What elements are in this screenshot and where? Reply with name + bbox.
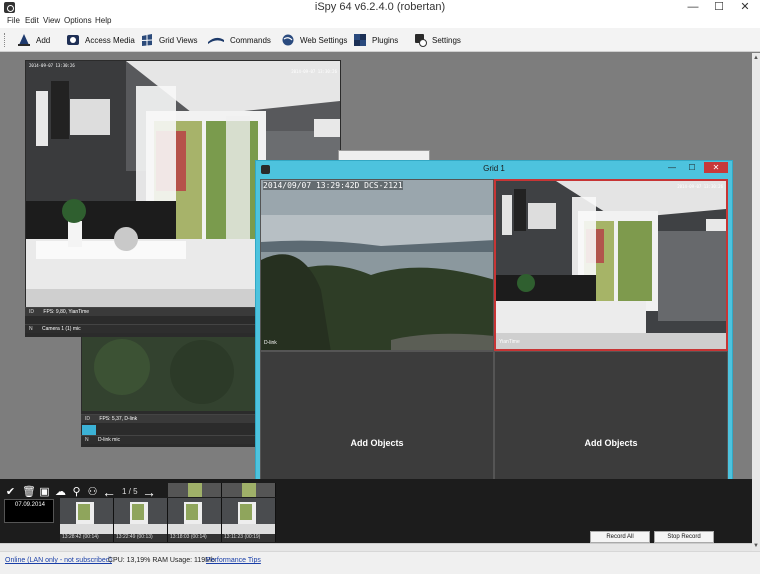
status-bar: Online (LAN only - not subscribed) CPU: …	[0, 551, 760, 574]
camera-2-panel[interactable]: ID FPS: 5,37, D-link N D-link mic	[81, 337, 257, 447]
title-bar: iSpy 64 v6.2.4.0 (robertan) — ☐ ✕	[0, 0, 760, 15]
settings-icon	[413, 33, 427, 47]
web-settings-button[interactable]: Web Settings	[281, 31, 347, 49]
camera-2-status-bar: ID FPS: 5,37, D-link	[81, 414, 257, 423]
grid-cell-yiantime[interactable]: 2014-09-07 13:30:26 YianTime	[494, 179, 728, 351]
minimize-button[interactable]: —	[680, 0, 706, 15]
grid-views-icon	[140, 33, 154, 47]
cpu-ram-status: CPU: 13,19% RAM Usage: 119Mb	[108, 557, 215, 564]
grid-body: 2014/09/07 13:29:42D DCS-2121 D-link 201…	[260, 179, 728, 525]
toolbar-grip[interactable]	[4, 33, 7, 47]
commands-button[interactable]: Commands	[207, 31, 271, 49]
yiantime-cell-label: YianTime	[499, 339, 520, 345]
camera-1-overlay-left: 2014-09-07 13:30:26	[29, 63, 75, 68]
commands-icon	[207, 33, 225, 47]
timeline-thumbnail-top[interactable]	[222, 483, 276, 497]
add-label: Add	[36, 35, 51, 45]
grid-views-label: Grid Views	[159, 35, 198, 45]
web-settings-icon	[281, 33, 295, 47]
scroll-down-icon[interactable]: ▼	[753, 543, 759, 549]
grid-title-bar[interactable]: Grid 1 — ☐ ✕	[256, 161, 732, 178]
grid-window[interactable]: Grid 1 — ☐ ✕ 2014/09/07 13:29:42D DCS-21…	[255, 160, 733, 528]
timeline-thumbnail[interactable]: 13:22:49 (00:13)	[114, 498, 168, 542]
grid-minimize-button[interactable]: —	[662, 162, 682, 173]
thumbnail-caption: 13:11:23 (00:19)	[224, 534, 261, 540]
record-panel: Record All Stop Record	[586, 528, 752, 546]
dlink-overlay-text: 2014/09/07 13:29:42D DCS-2121	[263, 181, 403, 190]
yiantime-overlay-text: 2014-09-07 13:30:26	[677, 184, 723, 189]
menu-view[interactable]: View	[43, 16, 60, 25]
grid-close-button[interactable]: ✕	[704, 162, 728, 173]
access-media-icon	[66, 33, 80, 47]
add-objects-label-3[interactable]: Add Objects	[261, 438, 493, 448]
grid-title: Grid 1	[483, 164, 505, 173]
vertical-scrollbar[interactable]: ▲ ▼	[752, 53, 760, 551]
settings-button[interactable]: Settings	[413, 31, 461, 49]
add-objects-label-4[interactable]: Add Objects	[495, 438, 727, 448]
grid-cell-dlink[interactable]: 2014/09/07 13:29:42D DCS-2121 D-link	[260, 179, 494, 351]
thumbnail-caption: 13:18:03 (00:14)	[170, 534, 207, 540]
camera-2-fps: FPS: 5,37, D-link	[99, 416, 138, 422]
camera-1-name-prefix: N	[29, 326, 33, 332]
stop-record-button[interactable]: Stop Record	[654, 531, 714, 543]
online-status-link[interactable]: Online (LAN only - not subscribed)	[5, 557, 112, 564]
dlink-cell-label: D-link	[264, 340, 277, 346]
close-button[interactable]: ✕	[732, 0, 758, 15]
save-icon[interactable]: ▣	[38, 486, 51, 499]
select-all-icon[interactable]: ✔	[4, 486, 17, 499]
timeline-thumbnail-top[interactable]	[168, 483, 222, 497]
access-media-label: Access Media	[85, 35, 135, 45]
record-all-button[interactable]: Record All	[590, 531, 650, 543]
settings-label: Settings	[432, 35, 461, 45]
add-button[interactable]: Add	[17, 31, 50, 49]
thumbnail-caption: 13:28:42 (00:14)	[62, 534, 99, 540]
menu-file[interactable]: File	[7, 16, 20, 25]
grid-maximize-button[interactable]: ☐	[682, 162, 702, 173]
timeline-thumbnail[interactable]: 13:11:23 (00:19)	[222, 498, 276, 542]
performance-tips-link[interactable]: Performance Tips	[206, 557, 261, 564]
camera-1-id-label: ID	[29, 309, 34, 315]
camera-2-name-prefix: N	[85, 437, 89, 443]
camera-2-name[interactable]: D-link mic	[98, 437, 120, 443]
commands-label: Commands	[230, 35, 271, 45]
menu-edit[interactable]: Edit	[25, 16, 39, 25]
camera-2-record-indicator	[82, 425, 96, 435]
add-icon	[17, 33, 31, 47]
camera-2-feed[interactable]	[82, 337, 256, 411]
timeline-thumbnail[interactable]: 13:28:42 (00:14)	[60, 498, 114, 542]
grid-views-button[interactable]: Grid Views	[140, 31, 198, 49]
menu-options[interactable]: Options	[64, 16, 92, 25]
web-settings-label: Web Settings	[300, 35, 348, 45]
toolbar: Add Access Media Grid Views Commands Web…	[0, 28, 760, 52]
plugins-icon	[353, 33, 367, 47]
delete-icon[interactable]: 🗑	[22, 486, 36, 499]
window-title: iSpy 64 v6.2.4.0 (robertan)	[314, 1, 446, 13]
camera-1-overlay-right: 2014-09-07 13:30:26	[291, 69, 337, 74]
camera-1-fps: FPS: 9,80, YianTime	[43, 309, 90, 315]
camera-2-id-label: ID	[85, 416, 90, 422]
date-label: 07.09.2014	[14, 502, 46, 508]
camera-2-name-bar: N D-link mic	[81, 435, 257, 444]
thumbnail-caption: 13:22:49 (00:13)	[116, 534, 153, 540]
timeline-thumbnail[interactable]: 13:18:03 (00:14)	[168, 498, 222, 542]
plugins-button[interactable]: Plugins	[353, 31, 398, 49]
menu-help[interactable]: Help	[95, 16, 111, 25]
maximize-button[interactable]: ☐	[706, 0, 732, 15]
date-box: 07.09.2014	[4, 499, 54, 523]
scroll-up-icon[interactable]: ▲	[753, 55, 759, 61]
page-indicator: 1 / 5	[122, 487, 138, 496]
camera-1-name[interactable]: Camera 1 (1) mic	[42, 326, 81, 332]
menu-bar: File Edit View Options Help	[0, 15, 760, 28]
plugins-label: Plugins	[372, 35, 399, 45]
access-media-button[interactable]: Access Media	[66, 31, 135, 49]
